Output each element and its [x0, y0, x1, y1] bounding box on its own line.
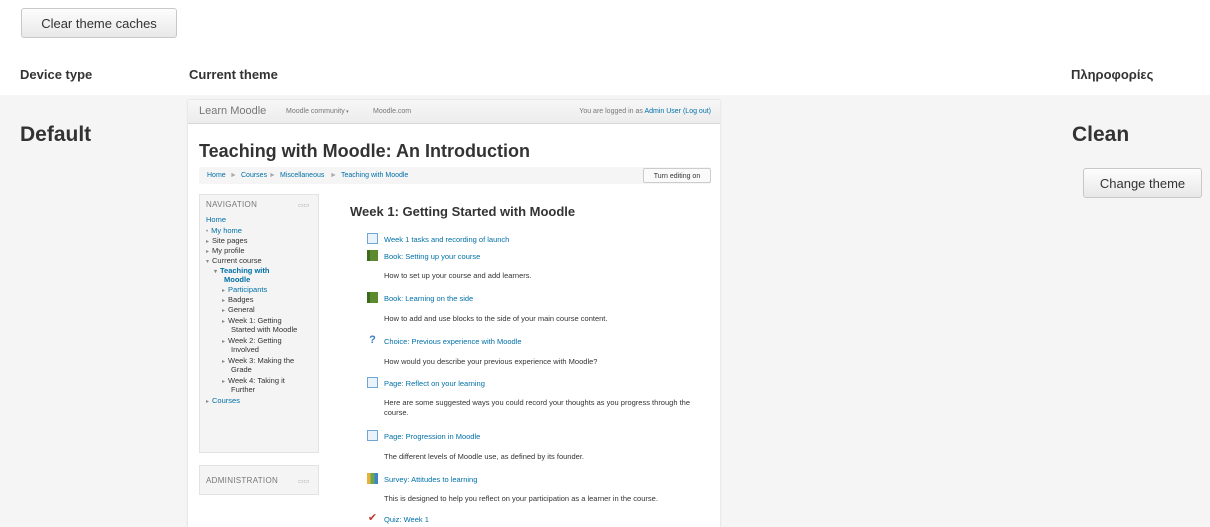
- page-icon: [367, 377, 378, 388]
- info-header: Πληροφορίες: [1071, 67, 1154, 82]
- page-icon: [367, 233, 378, 244]
- preview-activity-link: Page: Reflect on your learning: [384, 379, 485, 388]
- theme-name-clean: Clean: [1072, 123, 1130, 146]
- preview-breadcrumb: Home ► Courses ► Miscellaneous ► Teachin…: [199, 167, 711, 184]
- preview-activity-desc: The different levels of Moodle use, as d…: [384, 452, 584, 461]
- theme-screenshot: Learn Moodle Moodle community ▾ Moodle.c…: [188, 100, 720, 527]
- book-icon: [367, 250, 378, 261]
- preview-brand: Learn Moodle: [199, 105, 267, 117]
- preview-activity-link: Survey: Attitudes to learning: [384, 475, 478, 484]
- preview-administration-block: ADMINISTRATION ▭▭: [199, 465, 319, 495]
- preview-activity-desc: Here are some suggested ways you could r…: [384, 398, 691, 417]
- device-type-default: Default: [20, 123, 92, 146]
- preview-activity-link: Book: Setting up your course: [384, 252, 481, 261]
- preview-nav-link: Moodle.com: [373, 108, 412, 115]
- book-icon: [367, 292, 378, 303]
- survey-icon: [367, 473, 378, 484]
- choice-icon: ?: [369, 334, 376, 346]
- quiz-icon: ✔: [367, 512, 378, 524]
- preview-activity-desc: How to set up your course and add learne…: [384, 271, 532, 280]
- current-theme-header: Current theme: [189, 67, 278, 82]
- device-type-header: Device type: [20, 67, 93, 82]
- preview-edit-button: Turn editing on: [643, 168, 711, 183]
- preview-activity-desc: How to add and use blocks to the side of…: [384, 314, 608, 323]
- preview-activity-desc: How would you describe your previous exp…: [384, 357, 598, 366]
- change-theme-button[interactable]: Change theme: [1083, 168, 1202, 198]
- preview-navbar: Learn Moodle Moodle community ▾ Moodle.c…: [188, 100, 720, 124]
- preview-activity-link: Page: Progression in Moodle: [384, 432, 481, 441]
- preview-activity-link: Choice: Previous experience with Moodle: [384, 337, 522, 346]
- preview-course-title: Teaching with Moodle: An Introduction: [199, 141, 530, 161]
- preview-week-title: Week 1: Getting Started with Moodle: [350, 204, 576, 219]
- preview-nav-link: Moodle community ▾: [286, 108, 349, 115]
- preview-activity-link: Quiz: Week 1: [384, 515, 429, 524]
- preview-activity-desc: This is designed to help you reflect on …: [384, 494, 658, 503]
- page-icon: [367, 430, 378, 441]
- preview-login-info: You are logged in as Admin User (Log out…: [579, 108, 711, 115]
- preview-activity-link: Book: Learning on the side: [384, 294, 474, 303]
- preview-navigation-block: NAVIGATION ▭▭ Home • My home ▸ Site pages …: [199, 194, 319, 453]
- clear-theme-caches-button[interactable]: Clear theme caches: [21, 8, 177, 38]
- preview-activity-link: Week 1 tasks and recording of launch: [384, 235, 510, 244]
